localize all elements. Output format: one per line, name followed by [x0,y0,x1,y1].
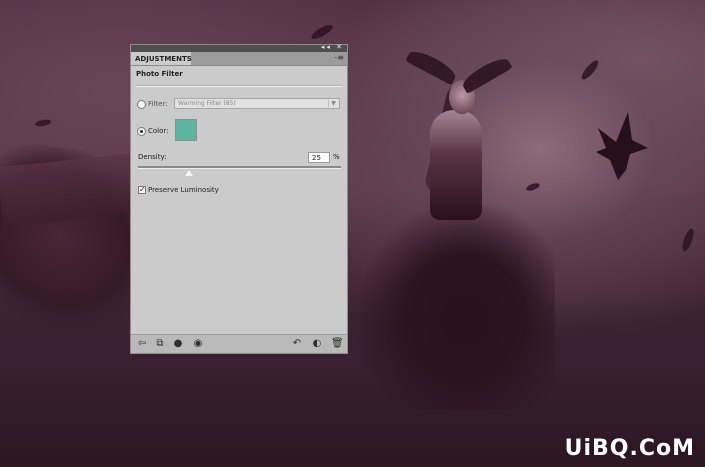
feather-decoration [34,118,52,128]
filter-radio[interactable] [137,100,146,109]
density-slider-track[interactable] [138,166,341,169]
density-slider-thumb[interactable] [183,169,194,176]
adjustments-panel: ◂◂ ✕ ADJUSTMENTS -≡ Photo Filter Filter:… [130,43,348,354]
density-label: Density: [138,153,167,161]
panel-menu-icon[interactable]: -≡ [334,53,344,62]
return-arrow-icon[interactable]: ⇦ [136,338,148,350]
panel-titlebar[interactable]: ◂◂ ✕ [131,43,347,52]
panel-tab-row: ADJUSTMENTS -≡ [131,52,347,66]
tab-adjustments[interactable]: ADJUSTMENTS [131,52,192,65]
site-watermark-logo: UiBQ.CoM [564,436,695,461]
toggle-visibility-icon[interactable]: ◐ [311,338,323,350]
preserve-luminosity-checkbox[interactable]: ✓ [138,186,146,194]
feather-decoration [309,22,335,42]
color-label: Color: [148,127,169,135]
feather-decoration [579,58,601,82]
color-swatch[interactable] [175,119,197,141]
adjustment-title: Photo Filter [136,70,183,78]
feather-decoration [680,227,696,253]
reset-icon[interactable]: ↶ [291,338,303,350]
clip-to-layer-icon[interactable]: ⧉ [154,338,166,350]
panel-footer-toolbar: ⇦ ⧉ ● ◉ ↶ ◐ 🗑 [131,334,347,353]
view-previous-state-icon[interactable]: ◉ [192,338,204,350]
woman-figure [430,110,482,220]
title-divider [136,85,342,87]
background-artwork [0,0,705,467]
delete-trash-icon[interactable]: 🗑 [331,338,344,350]
color-radio[interactable] [137,127,146,136]
chevron-down-icon[interactable]: ▼ [328,100,338,107]
panel-window-controls[interactable]: ◂◂ ✕ [321,43,344,51]
crow-icon [596,112,648,180]
filter-select[interactable]: Warming Filter (85) ▼ [174,98,340,109]
horn-right [459,54,513,94]
visibility-eye-icon[interactable]: ● [172,338,184,350]
filter-select-value: Warming Filter (85) [178,100,236,107]
density-input[interactable]: 25 [308,152,330,163]
density-unit: % [333,153,340,161]
preserve-luminosity-label: Preserve Luminosity [148,186,219,194]
horn-left [405,46,459,86]
woman-dress [345,190,555,410]
filter-label: Filter: [148,100,168,108]
